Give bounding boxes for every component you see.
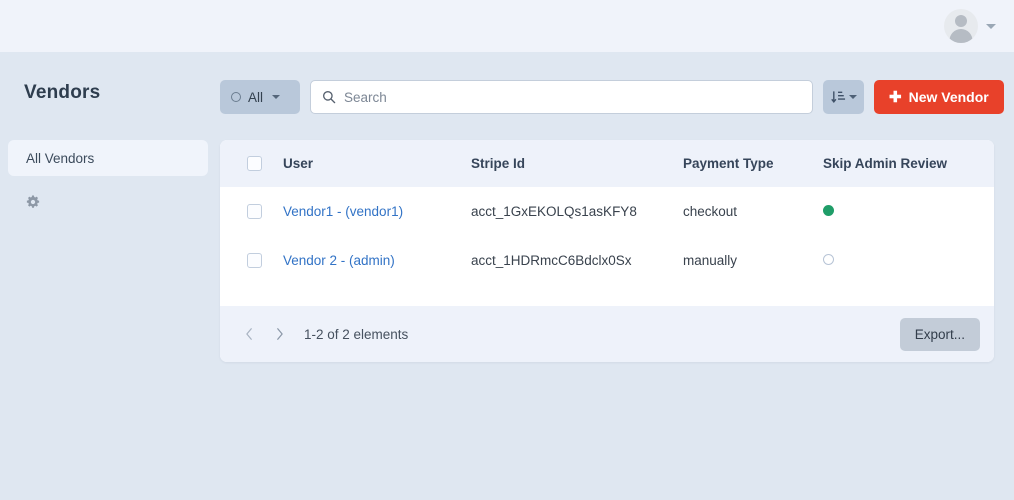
row-select-cell bbox=[220, 253, 283, 268]
status-dot-disabled bbox=[823, 254, 834, 265]
cell-stripe-id: acct_1GxEKOLQs1asKFY8 bbox=[471, 204, 637, 219]
new-vendor-label: New Vendor bbox=[908, 89, 989, 105]
column-header-user: User bbox=[283, 156, 314, 171]
top-bar bbox=[0, 0, 1014, 52]
chevron-right-icon bbox=[276, 328, 283, 340]
column-header-payment-type: Payment Type bbox=[683, 156, 774, 171]
row-checkbox[interactable] bbox=[247, 253, 262, 268]
pagination-prev-button[interactable] bbox=[234, 319, 264, 349]
sidebar: All Vendors bbox=[0, 140, 216, 215]
chevron-down-icon bbox=[848, 95, 857, 99]
user-avatar-icon[interactable] bbox=[944, 9, 978, 43]
table-footer: 1-2 of 2 elements Export... bbox=[220, 306, 994, 362]
gear-icon bbox=[26, 195, 40, 208]
search-box[interactable] bbox=[310, 80, 813, 114]
page-title: Vendors bbox=[24, 82, 101, 103]
new-vendor-button[interactable]: ✚ New Vendor bbox=[874, 80, 1004, 114]
sidebar-item-label: All Vendors bbox=[26, 150, 95, 166]
cell-skip-admin-review bbox=[823, 253, 993, 268]
pagination-next-button[interactable] bbox=[264, 319, 294, 349]
filter-all-dropdown[interactable]: All bbox=[220, 80, 300, 114]
toolbar: All ✚ New Vendor bbox=[220, 80, 1004, 114]
vendors-table-card: User Stripe Id Payment Type Skip Admin R… bbox=[220, 140, 994, 362]
chevron-down-icon bbox=[272, 95, 281, 99]
chevron-down-icon[interactable] bbox=[986, 23, 996, 29]
user-menu[interactable] bbox=[944, 9, 996, 43]
row-select-cell bbox=[220, 204, 283, 219]
cell-skip-admin-review bbox=[823, 204, 993, 219]
select-all-checkbox[interactable] bbox=[247, 156, 262, 171]
cell-payment-type: checkout bbox=[683, 204, 738, 219]
export-button[interactable]: Export... bbox=[899, 317, 980, 351]
pagination-info: 1-2 of 2 elements bbox=[304, 326, 409, 342]
status-dot-enabled bbox=[823, 205, 834, 216]
sort-descending-icon bbox=[830, 91, 845, 103]
cell-user: Vendor1 - (vendor1) bbox=[283, 204, 471, 219]
cell-stripe-id: acct_1HDRmcC6Bdclx0Sx bbox=[471, 253, 632, 268]
user-link[interactable]: Vendor 2 - (admin) bbox=[283, 253, 395, 268]
user-link[interactable]: Vendor1 - (vendor1) bbox=[283, 204, 403, 219]
search-icon bbox=[323, 91, 336, 104]
sidebar-item-all-vendors[interactable]: All Vendors bbox=[8, 140, 208, 176]
table-row[interactable]: Vendor 2 - (admin) acct_1HDRmcC6Bdclx0Sx… bbox=[220, 236, 994, 285]
sort-button[interactable] bbox=[823, 80, 864, 114]
plus-icon: ✚ bbox=[889, 88, 902, 106]
column-header-stripe-id: Stripe Id bbox=[471, 156, 526, 171]
search-input[interactable] bbox=[344, 89, 801, 105]
cell-payment-type: manually bbox=[683, 253, 738, 268]
filter-label: All bbox=[248, 89, 264, 105]
circle-outline-icon bbox=[231, 92, 241, 102]
select-all-cell bbox=[220, 156, 283, 171]
table-header-row: User Stripe Id Payment Type Skip Admin R… bbox=[220, 140, 994, 187]
chevron-left-icon bbox=[245, 328, 252, 340]
sidebar-settings-button[interactable] bbox=[0, 189, 216, 215]
table-row[interactable]: Vendor1 - (vendor1) acct_1GxEKOLQs1asKFY… bbox=[220, 187, 994, 236]
column-header-skip-admin-review: Skip Admin Review bbox=[823, 156, 948, 171]
row-checkbox[interactable] bbox=[247, 204, 262, 219]
cell-user: Vendor 2 - (admin) bbox=[283, 253, 471, 268]
